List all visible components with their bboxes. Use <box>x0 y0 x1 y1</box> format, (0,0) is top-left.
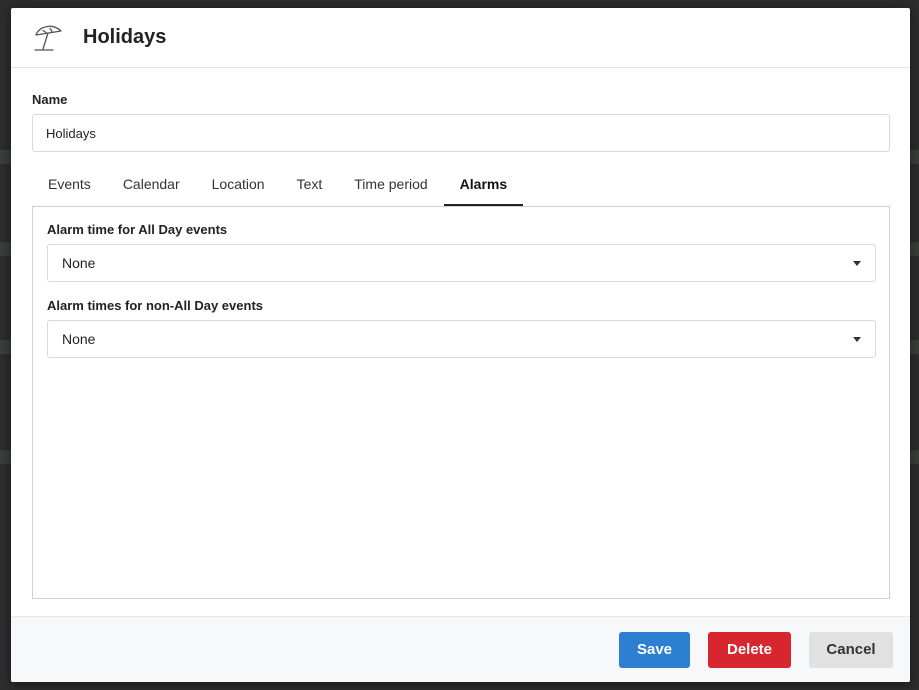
non-all-day-alarm-value: None <box>62 331 96 347</box>
caret-down-icon <box>853 260 861 266</box>
dialog-header: Holidays <box>11 8 910 68</box>
tab-location[interactable]: Location <box>196 164 281 206</box>
dialog-body: Name Events Calendar Location Text Time … <box>11 68 910 599</box>
all-day-alarm-label: Alarm time for All Day events <box>47 222 228 237</box>
tab-calendar[interactable]: Calendar <box>107 164 196 206</box>
non-all-day-alarm-select[interactable]: None <box>47 320 876 358</box>
all-day-alarm-select[interactable]: None <box>47 244 876 282</box>
beach-umbrella-icon <box>31 21 65 55</box>
dialog-footer: Save Delete Cancel <box>11 616 910 682</box>
name-input[interactable] <box>32 114 890 152</box>
all-day-alarm-value: None <box>62 255 96 271</box>
tab-time-period[interactable]: Time period <box>338 164 443 206</box>
alarms-panel: Alarm time for All Day events None Alarm… <box>32 206 890 599</box>
dialog-title: Holidays <box>83 26 167 48</box>
name-label: Name <box>32 92 68 107</box>
delete-button[interactable]: Delete <box>708 631 791 668</box>
non-all-day-alarm-label: Alarm times for non-All Day events <box>47 298 263 313</box>
caret-down-icon <box>853 336 861 342</box>
holiday-dialog: Holidays Name Events Calendar Location T… <box>11 8 910 682</box>
tab-alarms[interactable]: Alarms <box>443 164 524 206</box>
tab-events[interactable]: Events <box>32 164 107 206</box>
save-button[interactable]: Save <box>619 631 690 668</box>
tab-bar: Events Calendar Location Text Time perio… <box>32 164 890 206</box>
tab-text[interactable]: Text <box>281 164 339 206</box>
cancel-button[interactable]: Cancel <box>809 631 893 668</box>
